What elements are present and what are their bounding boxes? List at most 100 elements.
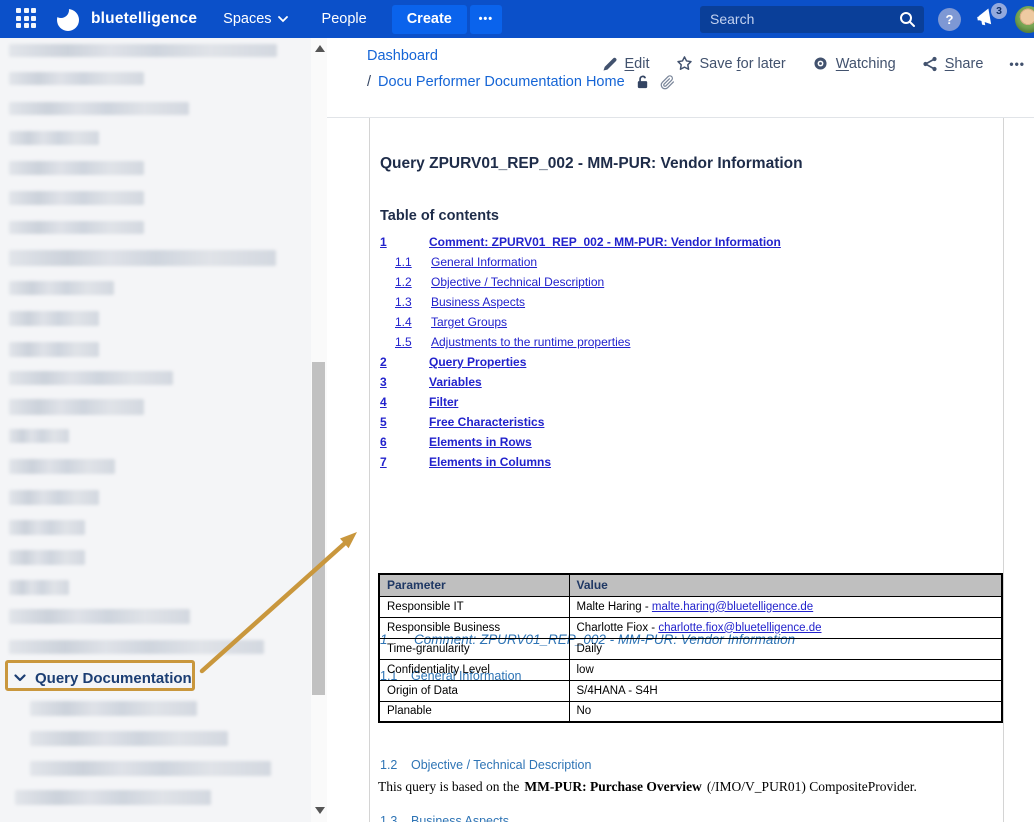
sidebar-item-placeholder[interactable] [9,102,189,115]
sidebar-item-placeholder[interactable] [30,701,197,716]
create-more-button[interactable]: ••• [470,5,502,34]
toc-number-link[interactable]: 4 [380,395,387,409]
toc-number-link[interactable]: 6 [380,435,387,449]
toc-link[interactable]: Objective / Technical Description [431,275,604,289]
sidebar-item-placeholder[interactable] [9,640,264,654]
sidebar-item-placeholder[interactable] [9,609,190,624]
sidebar-item-placeholder[interactable] [9,550,85,565]
sidebar-item-placeholder[interactable] [9,311,99,326]
sidebar-item-placeholder[interactable] [9,221,144,234]
scroll-down-arrow-icon[interactable] [315,807,325,814]
nav-people[interactable]: People [322,11,367,27]
scrollbar-thumb[interactable] [312,362,325,695]
notifications-icon[interactable]: 3 [975,6,1001,32]
value-text: Malte Haring - [577,601,652,613]
sidebar-item-placeholder[interactable] [9,250,276,266]
sidebar-item-placeholder[interactable] [9,72,144,85]
search-input[interactable] [700,6,924,33]
parameter-cell: Responsible Business [379,617,569,638]
unlock-icon[interactable] [635,74,650,90]
toc-row: 1.5 Adjustments to the runtime properties [380,333,990,353]
sidebar-item-placeholder[interactable] [9,520,85,535]
help-icon[interactable]: ? [938,8,961,31]
toc-link[interactable]: Variables [429,375,482,389]
toc-number-link[interactable]: 3 [380,375,387,389]
page-actions: Edit Save for later Watching Share [602,55,1026,72]
create-button[interactable]: Create [392,5,467,34]
app-switcher-icon[interactable] [16,8,38,30]
user-avatar[interactable] [1015,6,1034,33]
share-button[interactable]: Share [922,56,984,72]
sidebar-scrollbar[interactable] [311,38,327,822]
sidebar-item-placeholder[interactable] [9,161,144,175]
brand-name[interactable]: bluetelligence [91,10,197,28]
content-pane: Dashboard / Docu Performer Documentation… [327,38,1034,822]
nav-spaces[interactable]: Spaces [223,11,287,27]
nav-spaces-label: Spaces [223,11,271,27]
value-text: S/4HANA - S4H [577,685,658,697]
sidebar-item-placeholder[interactable] [9,399,144,415]
sidebar-item-placeholder[interactable] [9,459,115,474]
toc-number-link[interactable]: 2 [380,355,387,369]
sidebar-item-placeholder[interactable] [9,44,277,57]
parameter-cell: Origin of Data [379,680,569,701]
toc-link[interactable]: Target Groups [431,315,507,329]
save-for-later-button[interactable]: Save for later [676,55,786,72]
toc-number-link[interactable]: 5 [380,415,387,429]
toc-heading: Table of contents [380,205,499,227]
attachment-icon[interactable] [660,75,675,90]
value-cell: No [569,701,1002,722]
sidebar-item-placeholder[interactable] [9,429,69,443]
toc-row: 2 Query Properties [380,353,990,373]
breadcrumb-dashboard[interactable]: Dashboard [367,48,438,64]
table-header-row: Parameter Value [379,574,1002,596]
toc-link[interactable]: Free Characteristics [429,415,544,429]
table-header-value: Value [569,574,1002,596]
toc-number-link[interactable]: 1.4 [395,315,412,329]
toc-number-link[interactable]: 1.1 [395,255,412,269]
toc-link[interactable]: Business Aspects [431,295,525,309]
email-link[interactable]: malte.haring@bluetelligence.de [652,601,813,613]
chevron-down-icon [278,16,288,23]
bluetelligence-logo-icon[interactable] [55,6,81,32]
toc-link[interactable]: Elements in Rows [429,435,532,449]
email-link[interactable]: charlotte.fiox@bluetelligence.de [658,622,821,634]
sidebar-item-placeholder[interactable] [9,191,144,205]
sidebar-item-placeholder[interactable] [9,490,99,505]
section-number: 1.2 [380,758,397,772]
sidebar: Query Documentation [0,38,311,822]
sidebar-item-placeholder[interactable] [15,790,211,805]
sidebar-item-placeholder[interactable] [9,281,114,295]
toc-number-link[interactable]: 7 [380,455,387,469]
toc-link[interactable]: General Information [431,255,537,269]
document-title: Query ZPURV01_REP_002 - MM-PUR: Vendor I… [380,153,803,175]
app: bluetelligence Spaces People Create ••• … [0,0,1034,822]
toc-link[interactable]: Query Properties [429,355,526,369]
toc-link[interactable]: Filter [429,395,458,409]
toc-link[interactable]: Elements in Columns [429,455,551,469]
toc-link[interactable]: Comment: ZPURV01_REP_002 - MM-PUR: Vendo… [429,235,781,249]
edit-button[interactable]: Edit [602,56,650,72]
toc-number-link[interactable]: 1.3 [395,295,412,309]
toc-link[interactable]: Adjustments to the runtime properties [431,335,630,349]
sidebar-item-placeholder[interactable] [9,131,99,145]
watching-button[interactable]: Watching [812,55,896,72]
toc-number-link[interactable]: 1.5 [395,335,412,349]
sidebar-item-placeholder[interactable] [30,761,271,776]
table-row: Origin of Data S/4HANA - S4H [379,680,1002,701]
scroll-up-arrow-icon[interactable] [315,45,325,52]
sidebar-item-placeholder[interactable] [30,731,228,746]
toc-row: 1 Comment: ZPURV01_REP_002 - MM-PUR: Vend… [380,233,990,253]
breadcrumb-current-page[interactable]: Docu Performer Documentation Home [378,74,625,90]
toc-number-link[interactable]: 1.2 [395,275,412,289]
toc-number-link[interactable]: 1 [380,235,387,249]
section-title: Objective / Technical Description [411,758,591,772]
sidebar-item-placeholder[interactable] [9,371,173,385]
notification-badge: 3 [991,3,1007,19]
sidebar-item-query-documentation[interactable]: Query Documentation [14,665,192,691]
search-icon[interactable] [899,11,916,28]
section-title: Business Aspects [411,814,509,822]
page-more-button[interactable]: ••• [1009,57,1025,71]
sidebar-item-placeholder[interactable] [9,342,99,357]
sidebar-item-placeholder[interactable] [9,580,69,595]
